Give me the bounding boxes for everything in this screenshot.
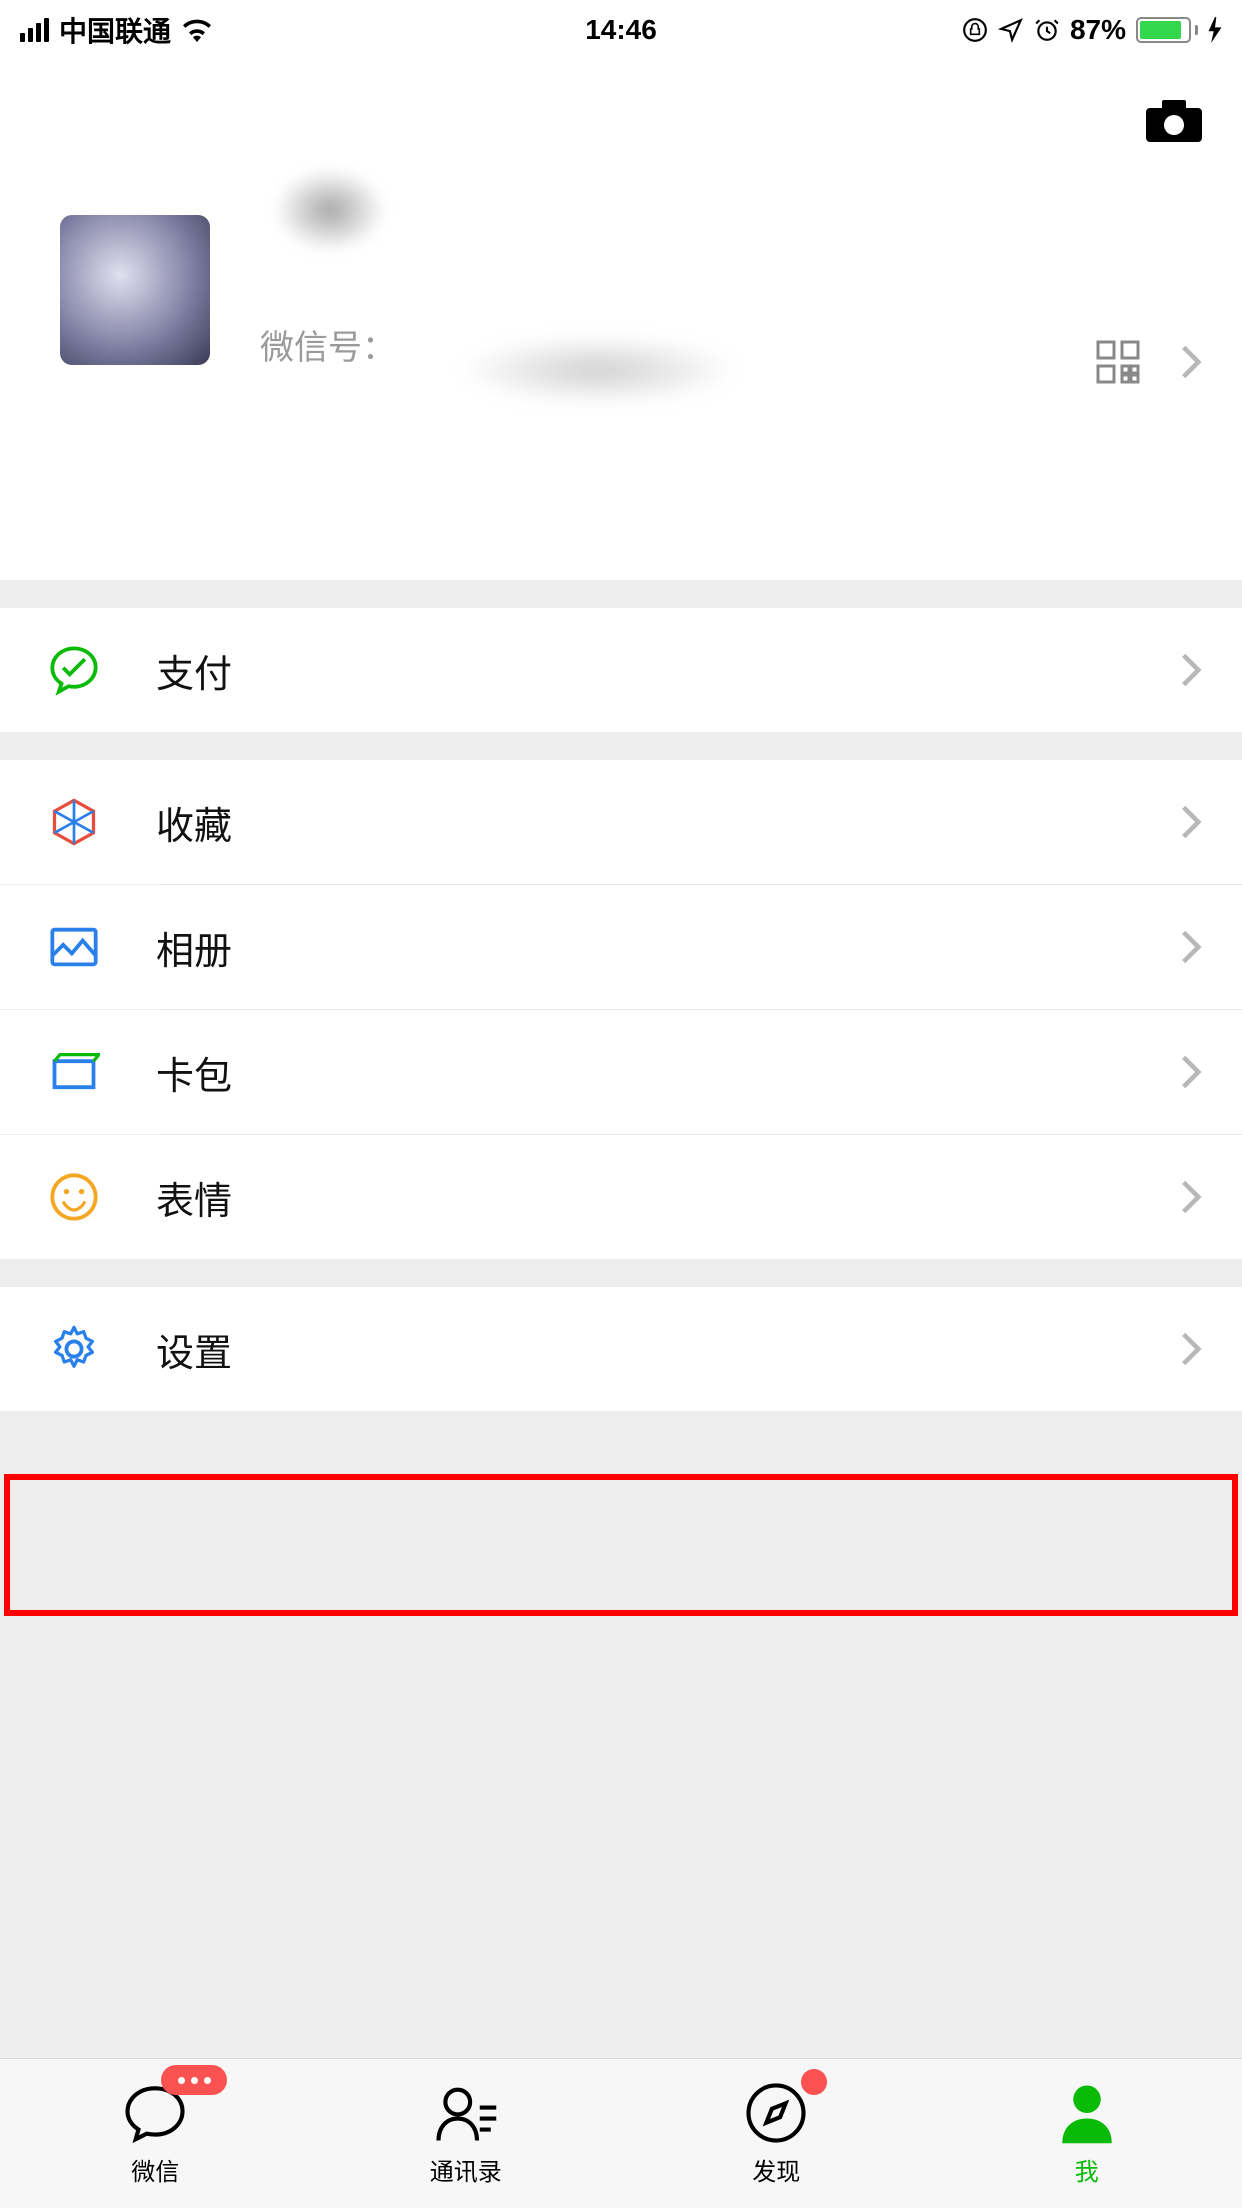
menu-label: 设置: [156, 1322, 1180, 1377]
battery-percent: 87%: [1070, 14, 1126, 46]
menu-item-album[interactable]: 相册: [0, 885, 1242, 1009]
chevron-right-icon: [1180, 343, 1202, 381]
menu-item-pay[interactable]: 支付: [0, 608, 1242, 732]
battery-icon: [1136, 17, 1198, 43]
menu-label: 表情: [156, 1170, 1180, 1225]
chevron-right-icon: [1180, 1053, 1202, 1091]
menu-label: 收藏: [156, 795, 1180, 850]
status-bar: 中国联通 14:46 87%: [0, 0, 1242, 60]
notification-dot: [801, 2069, 827, 2095]
me-icon: [1054, 2080, 1120, 2146]
location-arrow-icon: [998, 17, 1024, 43]
tab-discover[interactable]: 发现: [621, 2059, 932, 2208]
tab-me[interactable]: 我: [932, 2059, 1242, 2208]
settings-icon: [48, 1323, 100, 1375]
wifi-icon: [181, 18, 213, 42]
orientation-lock-icon: [962, 17, 988, 43]
cards-icon: [48, 1046, 100, 1098]
charging-icon: [1208, 17, 1222, 43]
tab-label: 发现: [752, 2152, 800, 2187]
menu-item-stickers[interactable]: 表情: [0, 1135, 1242, 1259]
menu-item-cards[interactable]: 卡包: [0, 1010, 1242, 1134]
profile-row[interactable]: 微信号：: [0, 90, 1242, 400]
avatar: [60, 215, 210, 365]
menu-item-settings[interactable]: 设置: [0, 1287, 1242, 1411]
wechat-id-label: 微信号：: [260, 320, 396, 369]
stickers-icon: [48, 1171, 100, 1223]
qr-code-icon[interactable]: [1096, 340, 1140, 384]
contacts-icon: [433, 2080, 499, 2146]
alarm-icon: [1034, 17, 1060, 43]
chevron-right-icon: [1180, 1178, 1202, 1216]
chevron-right-icon: [1180, 803, 1202, 841]
carrier-label: 中国联通: [59, 10, 171, 50]
album-icon: [48, 921, 100, 973]
wechat-id-redacted: [390, 310, 910, 430]
menu-label: 支付: [156, 643, 1180, 698]
tab-label: 微信: [131, 2152, 179, 2187]
status-left: 中国联通: [20, 10, 213, 50]
menu-label: 卡包: [156, 1045, 1180, 1100]
tab-label: 我: [1075, 2152, 1099, 2187]
unread-badge: [161, 2065, 227, 2095]
tab-chats[interactable]: 微信: [0, 2059, 311, 2208]
signal-icon: [20, 18, 49, 42]
tab-label: 通讯录: [430, 2152, 502, 2187]
status-time: 14:46: [585, 14, 657, 46]
menu-item-favorites[interactable]: 收藏: [0, 760, 1242, 884]
highlight-annotation: [4, 1474, 1238, 1616]
favorites-icon: [48, 796, 100, 848]
chevron-right-icon: [1180, 651, 1202, 689]
menu-label: 相册: [156, 920, 1180, 975]
chevron-right-icon: [1180, 928, 1202, 966]
chevron-right-icon: [1180, 1330, 1202, 1368]
discover-icon: [743, 2080, 809, 2146]
tab-bar: 微信 通讯录 发现 我: [0, 2058, 1242, 2208]
pay-icon: [48, 644, 100, 696]
status-right: 87%: [962, 14, 1222, 46]
tab-contacts[interactable]: 通讯录: [311, 2059, 622, 2208]
profile-name-redacted: [220, 140, 440, 280]
profile-header: 微信号：: [0, 60, 1242, 580]
